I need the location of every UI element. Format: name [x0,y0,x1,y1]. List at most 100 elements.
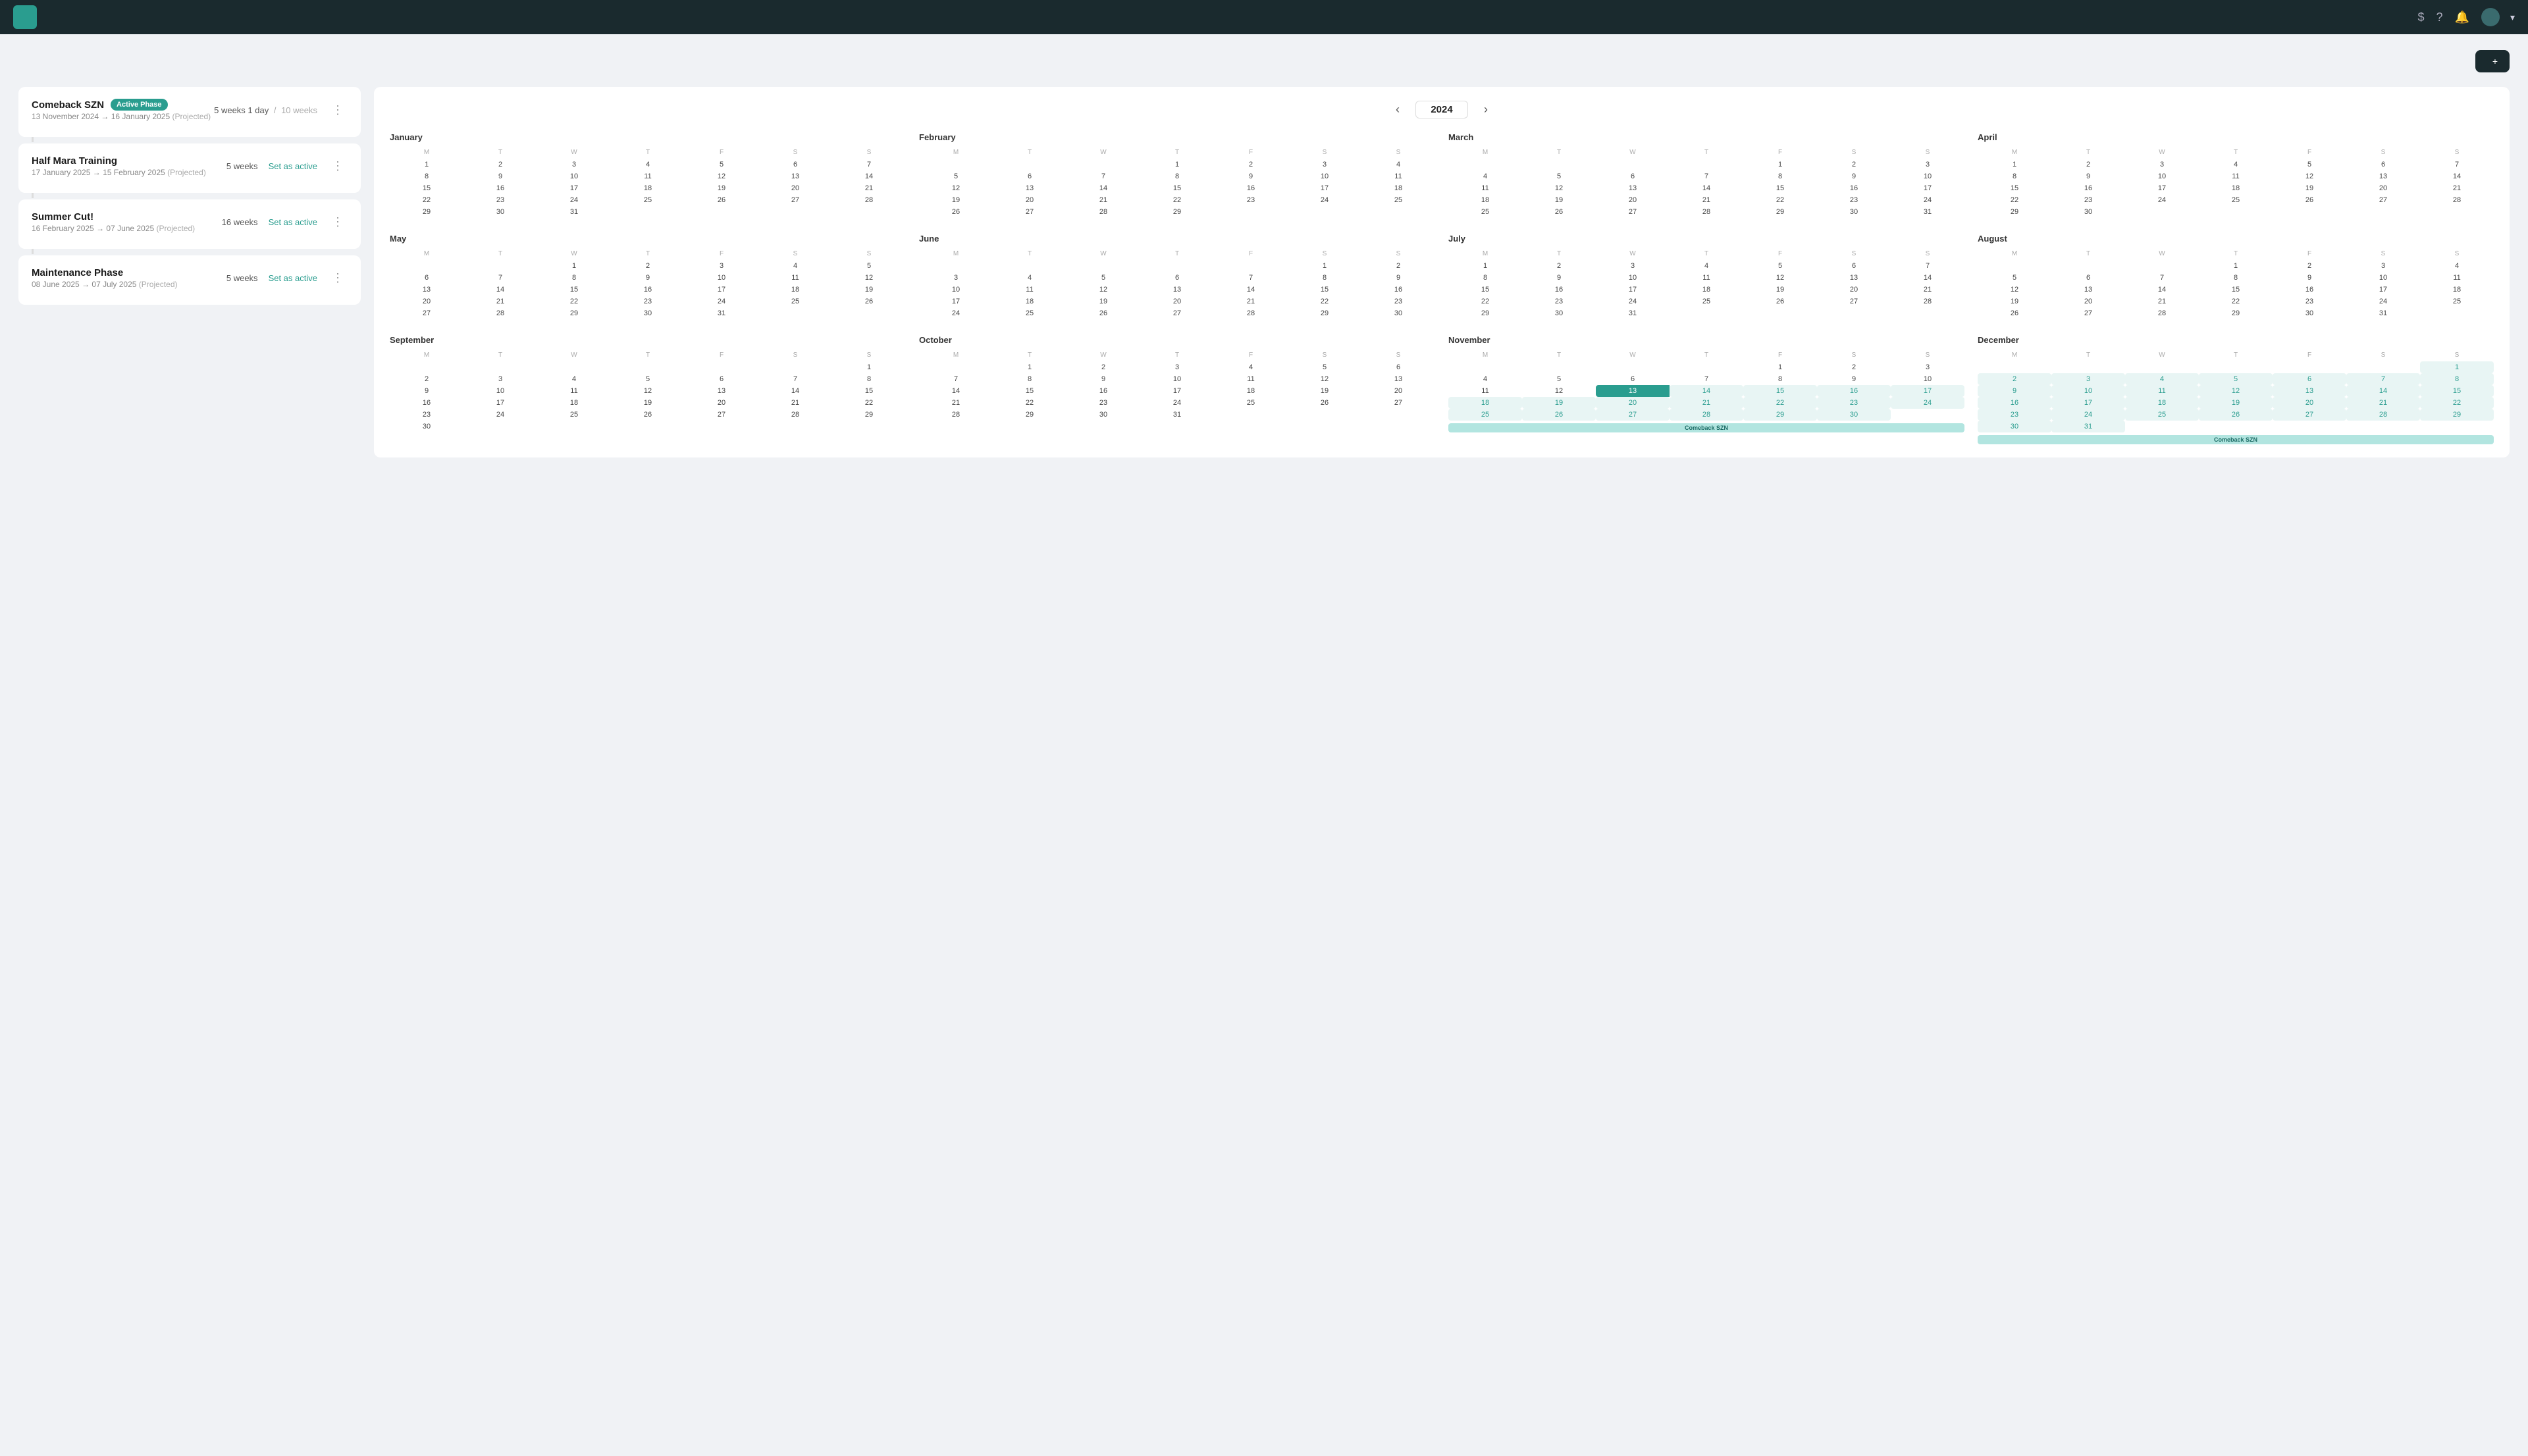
day-cell[interactable]: 1 [993,361,1066,373]
day-cell[interactable]: 9 [1066,373,1140,385]
day-cell[interactable]: 25 [993,307,1066,319]
day-cell[interactable]: 8 [1743,373,1817,385]
day-cell[interactable]: 23 [1361,296,1435,307]
day-cell[interactable]: 10 [463,385,537,397]
day-cell[interactable]: 12 [832,272,906,284]
day-cell[interactable]: 12 [2199,385,2273,397]
day-cell[interactable]: 4 [1448,170,1522,182]
day-cell[interactable]: 28 [2125,307,2199,319]
day-cell[interactable]: 5 [2273,159,2346,170]
day-cell[interactable]: 1 [1978,159,2051,170]
day-cell[interactable]: 21 [463,296,537,307]
day-cell[interactable]: 8 [390,170,463,182]
day-cell[interactable]: 11 [1670,272,1743,284]
day-cell[interactable]: 20 [685,397,758,409]
new-phase-button[interactable]: + [2475,50,2510,72]
day-cell[interactable]: 4 [1361,159,1435,170]
day-cell[interactable]: 19 [611,397,685,409]
day-cell[interactable]: 12 [1066,284,1140,296]
day-cell[interactable]: 12 [1978,284,2051,296]
day-cell[interactable]: 29 [2420,409,2494,421]
day-cell[interactable]: 17 [1140,385,1214,397]
day-cell[interactable]: 8 [1743,170,1817,182]
day-cell[interactable]: 7 [1891,260,1964,272]
day-cell[interactable]: 18 [2125,397,2199,409]
day-cell[interactable]: 26 [1066,307,1140,319]
day-cell[interactable]: 30 [2051,206,2125,218]
help-icon[interactable]: ? [2436,11,2443,24]
day-cell[interactable]: 25 [2420,296,2494,307]
day-cell[interactable]: 20 [1361,385,1435,397]
day-cell[interactable]: 30 [1066,409,1140,421]
day-cell[interactable]: 6 [2273,373,2346,385]
day-cell[interactable]: 26 [1522,206,1596,218]
day-cell[interactable]: 23 [463,194,537,206]
day-cell[interactable]: 9 [2273,272,2346,284]
day-cell[interactable]: 26 [611,409,685,421]
day-cell[interactable]: 11 [2420,272,2494,284]
day-cell[interactable]: 12 [1288,373,1361,385]
day-cell[interactable]: 24 [1891,397,1964,409]
day-cell[interactable]: 16 [1522,284,1596,296]
day-cell[interactable]: 2 [611,260,685,272]
set-active-button[interactable]: Set as active [269,217,317,227]
day-cell[interactable]: 27 [1140,307,1214,319]
day-cell[interactable]: 17 [919,296,993,307]
day-cell[interactable]: 11 [2199,170,2273,182]
day-cell[interactable]: 8 [832,373,906,385]
day-cell[interactable]: 14 [1066,182,1140,194]
day-cell[interactable]: 28 [1670,409,1743,421]
day-cell[interactable]: 25 [1448,206,1522,218]
day-cell[interactable]: 26 [685,194,758,206]
day-cell[interactable]: 6 [1817,260,1891,272]
day-cell[interactable]: 17 [537,182,611,194]
day-cell[interactable]: 18 [2420,284,2494,296]
day-cell[interactable]: 30 [1522,307,1596,319]
day-cell[interactable]: 18 [758,284,832,296]
day-cell[interactable]: 18 [2199,182,2273,194]
day-cell[interactable]: 22 [390,194,463,206]
day-cell[interactable]: 24 [1288,194,1361,206]
day-cell[interactable]: 13 [1140,284,1214,296]
day-cell[interactable]: 18 [993,296,1066,307]
day-cell[interactable]: 16 [1978,397,2051,409]
day-cell[interactable]: 6 [1140,272,1214,284]
day-cell[interactable]: 20 [1596,397,1670,409]
day-cell[interactable]: 3 [1891,159,1964,170]
day-cell[interactable]: 24 [1891,194,1964,206]
day-cell[interactable]: 27 [2346,194,2420,206]
day-cell[interactable]: 18 [611,182,685,194]
day-cell[interactable]: 7 [1066,170,1140,182]
day-cell[interactable]: 21 [1891,284,1964,296]
day-cell[interactable]: 27 [390,307,463,319]
day-cell[interactable]: 28 [2420,194,2494,206]
day-cell[interactable]: 19 [685,182,758,194]
day-cell[interactable]: 20 [2273,397,2346,409]
day-cell[interactable]: 6 [390,272,463,284]
day-cell[interactable]: 31 [1140,409,1214,421]
day-cell[interactable]: 8 [1140,170,1214,182]
day-cell[interactable]: 9 [1817,170,1891,182]
day-cell[interactable]: 2 [1066,361,1140,373]
day-cell[interactable]: 22 [993,397,1066,409]
day-cell[interactable]: 29 [993,409,1066,421]
day-cell[interactable]: 10 [1891,373,1964,385]
day-cell[interactable]: 11 [537,385,611,397]
day-cell[interactable]: 9 [463,170,537,182]
day-cell[interactable]: 5 [1066,272,1140,284]
day-cell[interactable]: 3 [1891,361,1964,373]
day-cell[interactable]: 16 [2051,182,2125,194]
day-cell[interactable]: 6 [1361,361,1435,373]
day-cell[interactable]: 26 [1978,307,2051,319]
day-cell[interactable]: 21 [832,182,906,194]
day-cell[interactable]: 9 [2051,170,2125,182]
day-cell[interactable]: 15 [1978,182,2051,194]
day-cell[interactable]: 23 [1214,194,1288,206]
day-cell[interactable]: 24 [1596,296,1670,307]
day-cell[interactable]: 27 [993,206,1066,218]
day-cell[interactable]: 27 [1596,206,1670,218]
day-cell[interactable]: 29 [832,409,906,421]
user-menu[interactable]: ▾ [2481,8,2515,26]
day-cell[interactable]: 3 [2051,373,2125,385]
day-cell[interactable]: 22 [2199,296,2273,307]
